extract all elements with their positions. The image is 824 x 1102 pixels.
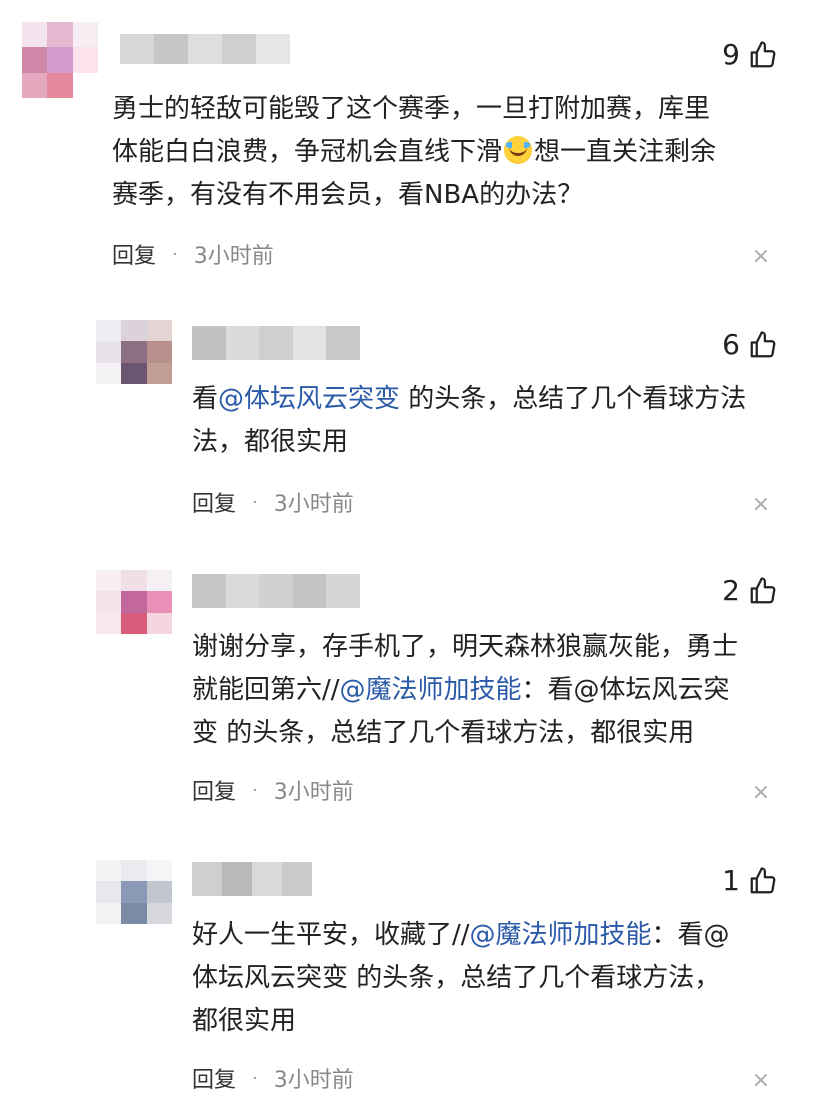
comment-text: 勇士的轻敌可能毁了这个赛季，一旦打附加赛，库里 体能白白浪费，争冠机会直线下滑想…	[112, 88, 716, 217]
comment-meta: 回复 · 3小时前	[192, 486, 354, 518]
thumbs-up-icon	[750, 330, 776, 357]
reply-button[interactable]: 回复	[192, 486, 236, 518]
text-line: 勇士的轻敌可能毁了这个赛季，一旦打附加赛，库里	[112, 94, 711, 124]
reply-comment: 6 看@体坛风云突变 的头条，总结了几个看球方法 法，都很实用 回复 · 3小时…	[0, 300, 824, 550]
avatar[interactable]	[22, 22, 98, 98]
comment-text: 谢谢分享，存手机了，明天森林狼赢灰能，勇士 就能回第六//@魔法师加技能：看@体…	[192, 626, 738, 755]
text-line: 法，都很实用	[192, 427, 349, 457]
comment-meta: 回复 · 3小时前	[192, 774, 354, 806]
text-line: 变 的头条，总结了几个看球方法，都很实用	[192, 718, 695, 748]
like-button[interactable]: 2	[722, 574, 778, 607]
text-line: 就能回第六//@魔法师加技能：看@体坛风云突	[192, 675, 730, 705]
text-line: 都很实用	[192, 1006, 297, 1036]
comment: 9 勇士的轻敌可能毁了这个赛季，一旦打附加赛，库里 体能白白浪费，争冠机会直线下…	[0, 0, 824, 300]
reply-button[interactable]: 回复	[192, 1062, 236, 1094]
username-redacted[interactable]	[192, 326, 360, 360]
comment-section: 9 勇士的轻敌可能毁了这个赛季，一旦打附加赛，库里 体能白白浪费，争冠机会直线下…	[0, 0, 824, 1102]
text-line: 看@体坛风云突变 的头条，总结了几个看球方法	[192, 384, 747, 414]
timestamp: 3小时前	[273, 1068, 354, 1093]
reply-button[interactable]: 回复	[192, 774, 236, 806]
mention-link[interactable]: @魔法师加技能	[340, 675, 522, 705]
avatar[interactable]	[96, 320, 172, 384]
like-button[interactable]: 9	[722, 38, 778, 71]
mention-link[interactable]: @体坛风云突变	[218, 384, 400, 414]
close-icon[interactable]: ×	[750, 494, 772, 516]
comment-meta: 回复 · 3小时前	[112, 238, 274, 270]
avatar[interactable]	[96, 860, 172, 924]
like-count: 6	[722, 328, 740, 361]
mention-link[interactable]: @魔法师加技能	[470, 920, 652, 950]
close-icon[interactable]: ×	[750, 1070, 772, 1092]
comment-text: 看@体坛风云突变 的头条，总结了几个看球方法 法，都很实用	[192, 378, 746, 464]
like-count: 1	[722, 864, 740, 897]
like-count: 2	[722, 574, 740, 607]
timestamp: 3小时前	[273, 492, 354, 517]
close-icon[interactable]: ×	[750, 782, 772, 804]
separator: ·	[252, 1067, 258, 1089]
username-redacted[interactable]	[192, 574, 360, 608]
text-line: 赛季，有没有不用会员，看NBA的办法？	[112, 180, 584, 210]
like-button[interactable]: 6	[722, 328, 778, 361]
reply-comment: 2 谢谢分享，存手机了，明天森林狼赢灰能，勇士 就能回第六//@魔法师加技能：看…	[0, 550, 824, 840]
comment-meta: 回复 · 3小时前	[192, 1062, 354, 1094]
username-redacted[interactable]	[192, 862, 312, 896]
thumbs-up-icon	[750, 40, 776, 67]
reply-button[interactable]: 回复	[112, 238, 156, 270]
close-icon[interactable]: ×	[750, 246, 772, 268]
thumbs-up-icon	[750, 866, 776, 893]
like-count: 9	[722, 38, 740, 71]
laughing-tears-emoji-icon	[504, 136, 533, 164]
username-redacted[interactable]	[120, 34, 290, 64]
comment-text: 好人一生平安，收藏了//@魔法师加技能：看@ 体坛风云突变 的头条，总结了几个看…	[192, 914, 730, 1043]
text-line: 好人一生平安，收藏了//@魔法师加技能：看@	[192, 920, 730, 950]
separator: ·	[172, 243, 178, 265]
reply-comment: 1 好人一生平安，收藏了//@魔法师加技能：看@ 体坛风云突变 的头条，总结了几…	[0, 840, 824, 1102]
timestamp: 3小时前	[193, 244, 274, 269]
text-line: 体坛风云突变 的头条，总结了几个看球方法，	[192, 963, 721, 993]
separator: ·	[252, 491, 258, 513]
separator: ·	[252, 779, 258, 801]
timestamp: 3小时前	[273, 780, 354, 805]
text-line: 体能白白浪费，争冠机会直线下滑 想一直关注剩余	[112, 136, 717, 167]
avatar[interactable]	[96, 570, 172, 634]
thumbs-up-icon	[750, 576, 776, 603]
like-button[interactable]: 1	[722, 864, 778, 897]
text-line: 谢谢分享，存手机了，明天森林狼赢灰能，勇士	[192, 632, 739, 662]
